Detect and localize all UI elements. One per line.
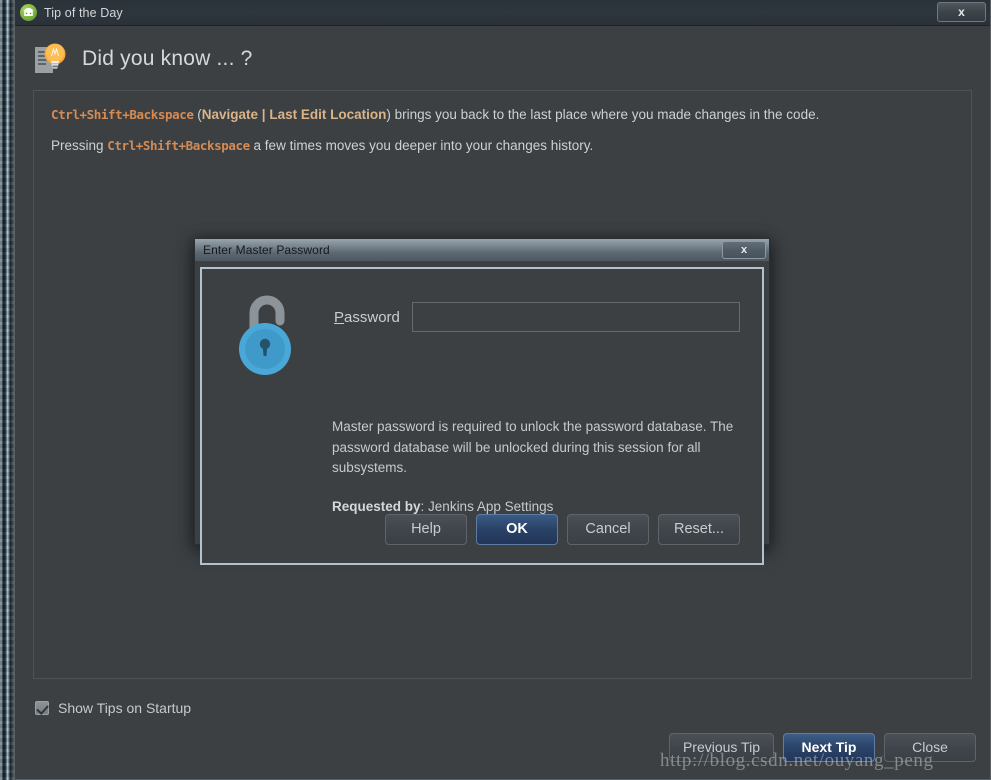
help-button[interactable]: Help	[385, 513, 467, 545]
window-close-button[interactable]: x	[937, 2, 986, 22]
dialog-top-row: Password	[220, 287, 740, 375]
next-tip-button[interactable]: Next Tip	[783, 732, 875, 762]
dialog-title: Enter Master Password	[203, 243, 330, 257]
heading-row: Did you know ... ?	[15, 26, 990, 90]
dialog-right-column: Password	[312, 287, 740, 375]
desktop-left-strip	[0, 0, 14, 780]
requested-by-separator: :	[420, 498, 429, 514]
close-button[interactable]: Close	[884, 732, 976, 762]
tip-paren-open: (	[193, 107, 202, 122]
requested-by-label: Requested by	[332, 498, 421, 514]
password-input[interactable]	[411, 302, 740, 332]
password-label: Password	[334, 309, 400, 326]
dialog-message: Master password is required to unlock th…	[332, 419, 734, 476]
requested-by-value: Jenkins App Settings	[428, 498, 554, 514]
show-tips-row: Show Tips on Startup	[15, 679, 990, 723]
dialog-frame: Password Master password is required to …	[200, 267, 764, 565]
tip-menu-path: Navigate | Last Edit Location	[201, 107, 387, 122]
window-title: Tip of the Day	[44, 5, 123, 20]
ok-button[interactable]: OK	[476, 513, 558, 545]
window-titlebar: Tip of the Day x	[15, 0, 990, 26]
dialog-titlebar: Enter Master Password x	[195, 239, 769, 262]
tip-shortcut-2: Ctrl+Shift+Backspace	[107, 137, 250, 153]
tip-paragraph-2-rest: a few times moves you deeper into your c…	[249, 137, 594, 153]
password-row: Password	[334, 302, 740, 332]
tip-paragraph-2-lead: Pressing	[51, 137, 108, 153]
password-label-rest: assword	[344, 308, 400, 326]
show-tips-checkbox[interactable]	[35, 700, 49, 715]
android-studio-icon	[20, 4, 37, 21]
dialog-close-button[interactable]: x	[722, 241, 766, 259]
open-padlock-icon	[234, 287, 312, 375]
window-footer: Previous Tip Next Tip Close	[15, 723, 990, 779]
enter-master-password-dialog: Enter Master Password x Password Master …	[194, 238, 770, 565]
tip-shortcut-1: Ctrl+Shift+Backspace	[51, 107, 194, 122]
cancel-button[interactable]: Cancel	[567, 513, 649, 545]
tip-paragraph-1: Ctrl+Shift+Backspace (Navigate | Last Ed…	[51, 105, 954, 125]
dialog-requested-by: Requested by: Jenkins App Settings	[220, 499, 740, 514]
password-label-mnemonic: P	[334, 308, 345, 326]
show-tips-label[interactable]: Show Tips on Startup	[58, 700, 191, 716]
tip-paragraph-2: Pressing Ctrl+Shift+Backspace a few time…	[51, 136, 954, 156]
dialog-button-row: Help OK Cancel Reset...	[220, 513, 740, 549]
tip-lightbulb-icon	[33, 42, 71, 76]
previous-tip-button[interactable]: Previous Tip	[668, 732, 774, 762]
tip-paragraph-1-rest: ) brings you back to the last place wher…	[386, 107, 820, 122]
page-title: Did you know ... ?	[82, 47, 253, 70]
reset-button[interactable]: Reset...	[658, 513, 740, 545]
